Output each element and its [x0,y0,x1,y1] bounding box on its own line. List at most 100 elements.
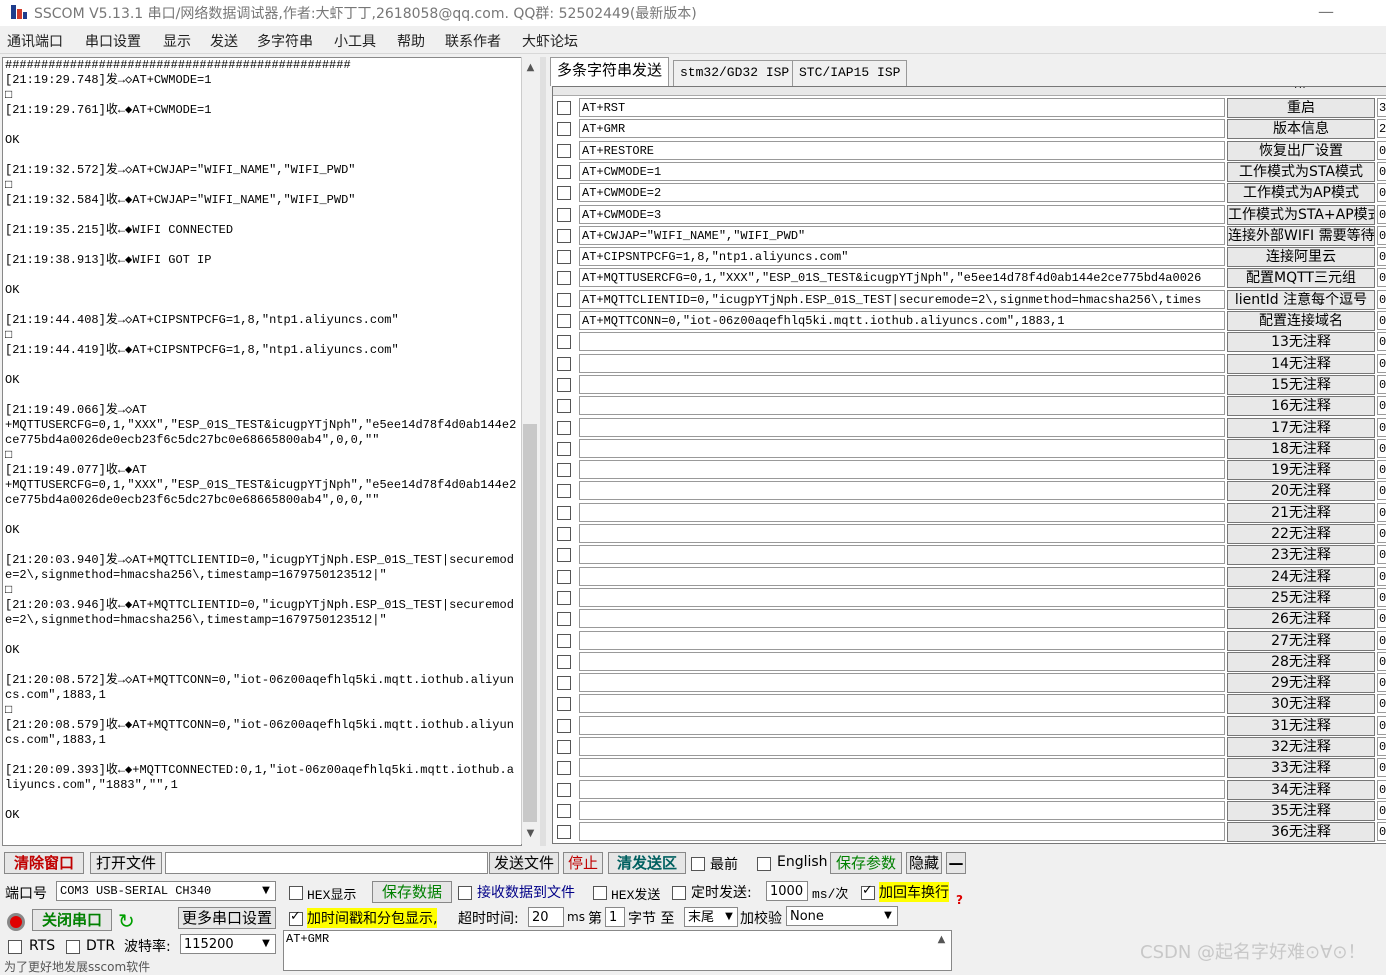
row-checkbox[interactable] [557,740,571,754]
row-checkbox[interactable] [557,718,571,733]
row-send-button[interactable]: 23无注释 [1227,545,1375,566]
dtr-checkbox[interactable] [66,940,80,954]
row-delay-input[interactable]: 0 [1377,822,1386,842]
row-checkbox[interactable] [557,612,571,627]
row-checkbox[interactable] [557,420,571,435]
scroll-up-icon[interactable]: ▲ [933,931,950,948]
interval-input[interactable]: 1000 [766,881,808,901]
row-delay-input[interactable]: 0 [1377,630,1386,650]
row-command-input[interactable]: AT+CWMODE=3 [579,204,1225,224]
row-command-input[interactable] [579,758,1225,778]
row-delay-input[interactable]: 0 [1377,587,1386,607]
row-checkbox[interactable] [557,505,571,520]
row-send-button[interactable]: 34无注释 [1227,779,1375,800]
row-send-button[interactable]: 33无注释 [1227,758,1375,779]
row-command-input[interactable]: AT+MQTTUSERCFG=0,1,"XXX","ESP_01S_TEST&i… [579,268,1225,288]
timestamp-checkbox[interactable] [289,909,303,926]
menu-item-3[interactable]: 发送 [210,31,238,51]
row-command-input[interactable]: AT+MQTTCLIENTID=0,"icugpYTjNph.ESP_01S_T… [579,289,1225,309]
tab-multi-string[interactable]: 多条字符串发送 [550,57,670,86]
row-send-button[interactable]: 连接外部WIFI 需要等待 [1227,225,1375,246]
close-port-button[interactable]: 关闭串口 [32,909,112,931]
chevron-down-icon[interactable]: ▼ [880,907,896,925]
menu-item-0[interactable]: 通讯端口 [7,31,63,51]
row-delay-input[interactable]: 0 [1377,502,1386,522]
row-command-input[interactable] [579,524,1225,543]
row-send-button[interactable]: 工作模式为AP模式 [1227,183,1375,204]
row-checkbox[interactable] [557,228,571,243]
row-send-button[interactable]: 25无注释 [1227,587,1375,608]
topmost-checkbox[interactable] [691,857,705,871]
row-checkbox[interactable] [557,122,571,137]
row-checkbox[interactable] [557,186,571,201]
row-checkbox[interactable] [557,250,571,265]
row-command-input[interactable] [579,566,1225,586]
row-command-input[interactable] [579,737,1225,756]
port-select[interactable]: COM3 USB-SERIAL CH340 [56,881,276,901]
row-checkbox[interactable] [557,590,571,605]
row-checkbox[interactable] [557,143,571,158]
row-delay-input[interactable]: 3 [1377,98,1386,117]
row-send-button[interactable]: 18无注释 [1227,438,1375,459]
row-send-button[interactable]: 29无注释 [1227,673,1375,694]
row-command-input[interactable]: AT+CWJAP="WIFI_NAME","WIFI_PWD" [579,225,1225,245]
row-checkbox[interactable] [557,399,571,414]
row-command-input[interactable] [579,460,1225,480]
row-checkbox[interactable] [557,356,571,371]
row-checkbox[interactable] [557,527,571,541]
help-icon[interactable]: ? [956,893,963,907]
row-checkbox[interactable] [557,825,571,840]
row-delay-input[interactable]: 0 [1377,737,1386,756]
recv-to-file-checkbox[interactable] [458,886,472,900]
chevron-down-icon[interactable]: ▼ [258,882,274,900]
row-delay-input[interactable]: 0 [1377,140,1386,160]
row-command-input[interactable] [579,779,1225,799]
row-delay-input[interactable]: 0 [1377,438,1386,458]
menu-item-1[interactable]: 串口设置 [85,31,141,51]
row-delay-input[interactable]: 0 [1377,758,1386,778]
row-checkbox[interactable] [557,207,571,222]
menu-item-8[interactable]: 大虾论坛 [522,31,578,51]
row-delay-input[interactable]: 0 [1377,332,1386,352]
row-send-button[interactable]: 26无注释 [1227,609,1375,630]
row-command-input[interactable]: AT+RST [579,98,1225,117]
row-delay-input[interactable]: 0 [1377,311,1386,330]
row-send-button[interactable]: 19无注释 [1227,460,1375,481]
row-send-button[interactable]: 配置连接域名 [1227,311,1375,331]
row-checkbox[interactable] [557,569,571,584]
timed-send-checkbox[interactable] [672,886,686,900]
row-delay-input[interactable]: 0 [1377,800,1386,820]
row-command-input[interactable] [579,417,1225,437]
row-delay-input[interactable]: 0 [1377,694,1386,714]
row-send-button[interactable]: 30无注释 [1227,694,1375,715]
row-checkbox[interactable] [557,335,571,350]
tab-stc-isp[interactable]: STC/IAP15 ISP [792,60,908,87]
row-send-button[interactable]: 13无注释 [1227,332,1375,353]
timeout-input[interactable]: 20 [528,907,564,927]
menu-item-4[interactable]: 多字符串 [257,31,313,51]
row-send-button[interactable]: 重启 [1227,98,1375,118]
row-command-input[interactable] [579,694,1225,714]
row-command-input[interactable] [579,545,1225,565]
row-delay-input[interactable]: 0 [1377,609,1386,629]
row-checkbox[interactable] [557,441,571,456]
hex-show-checkbox[interactable] [289,886,303,900]
byte-index-input[interactable]: 1 [605,907,625,927]
row-command-input[interactable] [579,396,1225,416]
row-send-button[interactable]: 36无注释 [1227,822,1375,843]
row-send-button[interactable]: 32无注释 [1227,737,1375,757]
row-send-button[interactable]: 35无注释 [1227,800,1375,821]
row-delay-input[interactable]: 0 [1377,545,1386,565]
minimize-button[interactable]: — [1316,2,1336,22]
row-command-input[interactable]: AT+GMR [579,119,1225,139]
row-checkbox[interactable] [557,761,571,776]
tab-stm32-isp[interactable]: stm32/GD32 ISP [673,60,797,87]
row-delay-input[interactable]: 0 [1377,247,1386,267]
scroll-down-icon[interactable]: ▼ [522,825,539,842]
row-command-input[interactable] [579,673,1225,693]
row-command-input[interactable] [579,651,1225,671]
row-command-input[interactable] [579,587,1225,607]
more-port-settings-button[interactable]: 更多串口设置 [178,907,276,929]
row-delay-input[interactable]: 0 [1377,353,1386,373]
row-checkbox[interactable] [557,782,571,797]
